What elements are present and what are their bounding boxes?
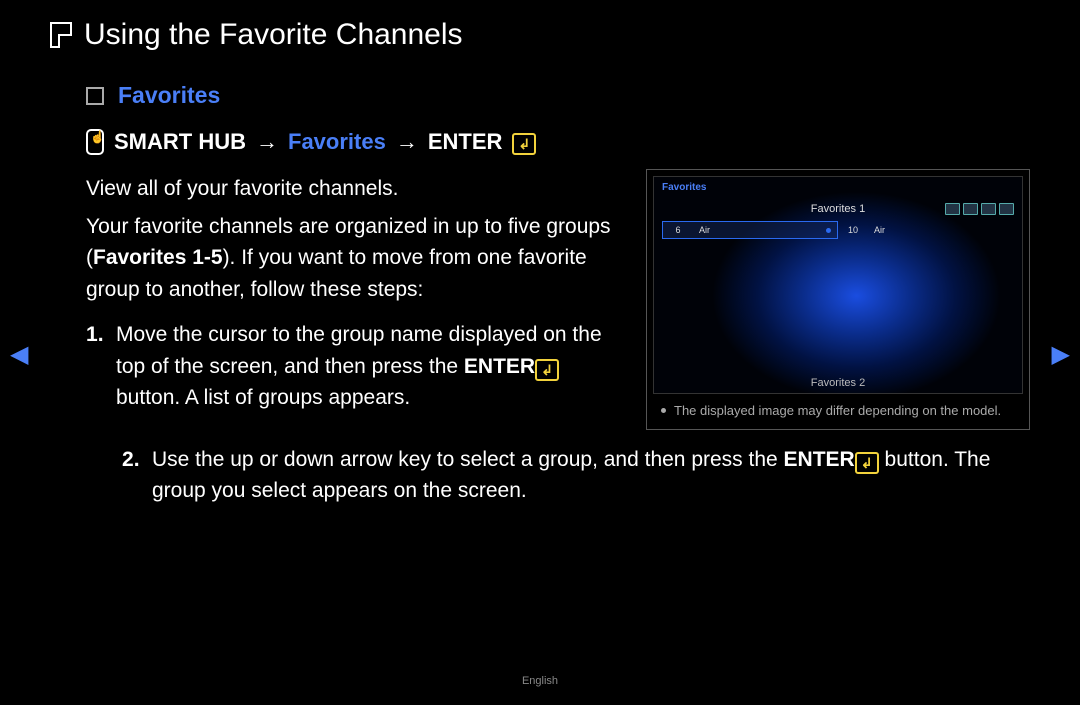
step1-text-b: button. A list of groups appears. [116, 386, 410, 409]
screenshot-caption: The displayed image may differ depending… [653, 394, 1023, 422]
footer-language: English [522, 675, 558, 687]
bullet-icon [661, 408, 666, 413]
tv-ch-num: 6 [663, 225, 693, 235]
nav-enter: ENTER [428, 129, 503, 155]
bookmark-icon [50, 22, 72, 48]
tv-status-icon [945, 203, 960, 215]
tv-channel-item: 6 Air [662, 221, 838, 239]
nav-favorites: Favorites [288, 129, 386, 155]
subheading-row: Favorites [86, 82, 1030, 109]
tv-ch-name: Air [693, 225, 826, 235]
tv-status-icons [945, 203, 1014, 215]
step-2: Use the up or down arrow key to select a… [122, 444, 1030, 507]
arrow-icon: → [396, 129, 418, 155]
tv-ch-name: Air [868, 225, 1014, 235]
page-title: Using the Favorite Channels [84, 18, 463, 52]
intro-paragraph: Your favorite channels are organized in … [86, 211, 626, 306]
tv-channel-item: 10 Air [838, 221, 1014, 239]
step1-enter: ENTER [464, 355, 535, 378]
step-1: Move the cursor to the group name displa… [86, 319, 626, 414]
enter-icon: ↲ [512, 133, 536, 155]
intro-strong: Favorites 1-5 [93, 246, 223, 269]
tv-ch-num: 10 [838, 225, 868, 235]
step2-enter: ENTER [784, 448, 855, 471]
tv-status-icon [981, 203, 996, 215]
tv-selected-dot-icon [826, 228, 831, 233]
tv-status-icon [963, 203, 978, 215]
page-title-row: Using the Favorite Channels [50, 18, 1030, 52]
nav-next-arrow[interactable]: ▶ [1052, 340, 1070, 369]
nav-hub: SMART HUB [114, 129, 246, 155]
remote-icon [86, 129, 104, 155]
tv-title: Favorites [662, 182, 706, 193]
square-bullet-icon [86, 87, 104, 105]
tv-bottom-label: Favorites 2 [811, 377, 865, 389]
arrow-icon: → [256, 129, 278, 155]
navigation-path: SMART HUB → Favorites → ENTER ↲ [86, 129, 1030, 155]
step2-text-a: Use the up or down arrow key to select a… [152, 448, 784, 471]
subheading: Favorites [118, 82, 220, 109]
enter-icon: ↲ [535, 359, 559, 381]
enter-icon: ↲ [855, 452, 879, 474]
tv-channel-row: 6 Air 10 Air [662, 221, 1014, 239]
tv-status-icon [999, 203, 1014, 215]
intro-line: View all of your favorite channels. [86, 173, 626, 205]
tv-screenshot: Favorites Favorites 1 6 Air [653, 176, 1023, 394]
nav-prev-arrow[interactable]: ◀ [10, 340, 28, 369]
screenshot-panel: Favorites Favorites 1 6 Air [646, 169, 1030, 430]
caption-text: The displayed image may differ depending… [674, 402, 1001, 420]
tv-group-name: Favorites 1 [811, 203, 865, 215]
